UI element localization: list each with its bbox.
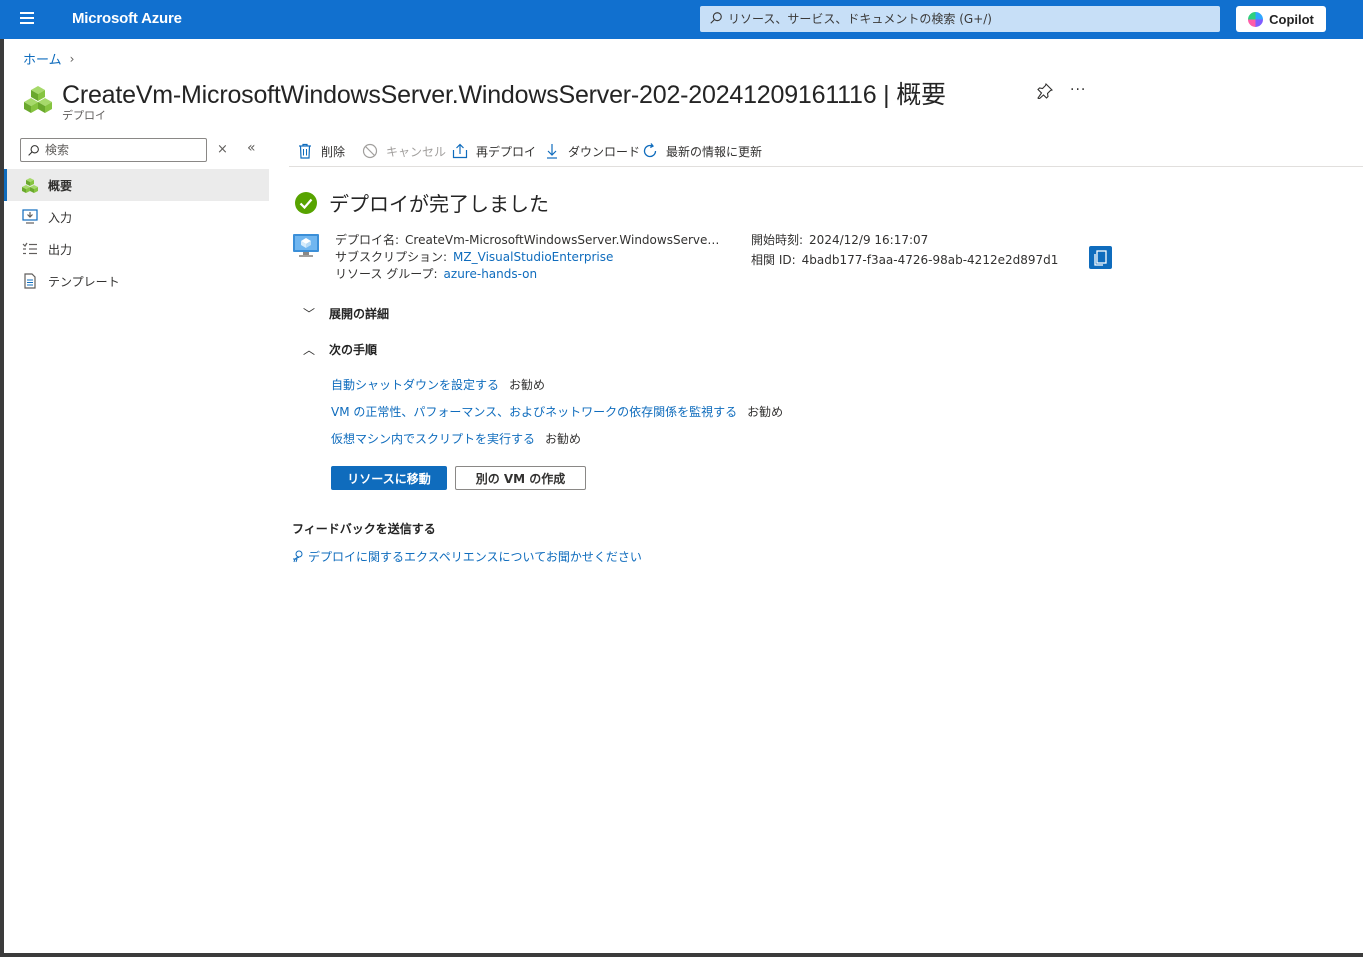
sidebar-item-output[interactable]: 出力: [4, 233, 269, 265]
breadcrumb-home[interactable]: ホーム: [23, 49, 62, 68]
window-frame-bottom: [0, 953, 1363, 957]
collapse-sidebar-icon[interactable]: «: [247, 140, 256, 156]
next-steps-toggle[interactable]: ︿ 次の手順: [303, 341, 377, 358]
deployment-name: デプロイ名: CreateVm-MicrosoftWindowsServer.Wi…: [335, 231, 719, 248]
deployment-name-value: CreateVm-MicrosoftWindowsServer.WindowsS…: [405, 233, 720, 247]
page-title: CreateVm-MicrosoftWindowsServer.WindowsS…: [62, 81, 946, 109]
recommended-tag: お勧め: [545, 432, 582, 446]
deployment-name-label: デプロイ名:: [335, 233, 400, 247]
next-steps-label: 次の手順: [329, 343, 378, 357]
next-step-item: VM の正常性、パフォーマンス、およびネットワークの依存関係を監視する お勧め: [331, 403, 783, 420]
deployment-icon: [24, 86, 52, 113]
sidebar-nav: 概要 入力 出力 テンプレート: [4, 169, 269, 297]
template-icon: [22, 273, 38, 289]
go-to-resource-button[interactable]: リソースに移動: [331, 466, 447, 490]
copilot-label: Copilot: [1269, 11, 1314, 27]
correlation-id-value: 4badb177-f3aa-4726-98ab-4212e2d897d1: [801, 253, 1059, 267]
pin-icon[interactable]: [1037, 83, 1053, 99]
cancel-label: キャンセル: [386, 144, 447, 159]
redeploy-button[interactable]: 再デプロイ: [452, 140, 536, 162]
delete-label: 削除: [321, 144, 346, 159]
brand-title[interactable]: Microsoft Azure: [72, 10, 182, 27]
start-time-label: 開始時刻:: [751, 233, 804, 247]
monitor-vm-link[interactable]: VM の正常性、パフォーマンス、およびネットワークの依存関係を監視する: [331, 405, 737, 419]
correlation-id: 相関 ID: 4badb177-f3aa-4726-98ab-4212e2d897…: [751, 251, 1058, 268]
command-bar: 削除 キャンセル 再デプロイ ダウンロード 最新の情報に更新: [289, 137, 1363, 167]
window-frame-left: [0, 0, 4, 957]
deployment-details-label: 展開の詳細: [329, 307, 390, 321]
sidebar-item-label: 入力: [48, 210, 73, 225]
auto-shutdown-link[interactable]: 自動シャットダウンを設定する: [331, 378, 499, 392]
create-another-vm-button[interactable]: 別の VM の作成: [455, 466, 586, 490]
resource-group-link[interactable]: azure-hands-on: [444, 267, 538, 281]
feedback-link-label: デプロイに関するエクスペリエンスについてお聞かせください: [308, 550, 642, 564]
clear-search-icon[interactable]: ×: [217, 142, 228, 157]
virtual-machine-icon: [293, 234, 319, 257]
sidebar-search-input[interactable]: [45, 141, 203, 159]
recommended-tag: お勧め: [509, 378, 546, 392]
chevron-down-icon: ﹀: [303, 307, 316, 321]
start-time: 開始時刻: 2024/12/9 16:17:07: [751, 231, 928, 248]
copy-button[interactable]: [1089, 246, 1112, 269]
refresh-icon: [643, 143, 657, 158]
download-label: ダウンロード: [568, 144, 641, 159]
sidebar-item-input[interactable]: 入力: [4, 201, 269, 233]
next-step-item: 自動シャットダウンを設定する お勧め: [331, 376, 545, 393]
sidebar-item-template[interactable]: テンプレート: [4, 265, 269, 297]
download-button[interactable]: ダウンロード: [544, 140, 640, 162]
copilot-button[interactable]: Copilot: [1236, 6, 1326, 32]
search-icon: [28, 145, 39, 156]
copilot-icon: [1248, 11, 1264, 27]
correlation-id-label: 相関 ID:: [751, 253, 796, 267]
chevron-right-icon: ›: [69, 51, 75, 66]
input-icon: [22, 209, 38, 225]
sidebar-item-overview[interactable]: 概要: [4, 169, 269, 201]
subscription: サブスクリプション: MZ_VisualStudioEnterprise: [335, 248, 613, 265]
success-check-icon: [295, 192, 317, 214]
upload-icon: [452, 143, 468, 159]
output-icon: [22, 241, 38, 257]
refresh-button[interactable]: 最新の情報に更新: [642, 140, 762, 162]
cancel-icon: [362, 143, 378, 159]
sidebar-item-label: テンプレート: [48, 274, 120, 289]
feedback-link[interactable]: デプロイに関するエクスペリエンスについてお聞かせください: [292, 548, 642, 565]
search-input[interactable]: [728, 9, 1208, 29]
deployment-details-toggle[interactable]: ﹀ 展開の詳細: [303, 305, 389, 322]
deployment-status-title: デプロイが完了しました: [329, 192, 549, 216]
top-bar: Microsoft Azure Copilot: [0, 0, 1363, 39]
feedback-icon: [293, 550, 303, 563]
refresh-label: 最新の情報に更新: [666, 144, 763, 159]
resource-group: リソース グループ: azure-hands-on: [335, 265, 537, 282]
sidebar-item-label: 出力: [48, 242, 73, 257]
chevron-up-icon: ︿: [303, 343, 316, 357]
sidebar-item-label: 概要: [48, 178, 73, 193]
copy-icon: [1094, 250, 1107, 266]
resource-group-label: リソース グループ:: [335, 267, 438, 281]
trash-icon: [299, 143, 311, 159]
search-icon: [710, 12, 722, 24]
breadcrumb: ホーム ›: [23, 49, 75, 69]
recommended-tag: お勧め: [747, 405, 784, 419]
subscription-link[interactable]: MZ_VisualStudioEnterprise: [453, 250, 613, 264]
run-script-link[interactable]: 仮想マシン内でスクリプトを実行する: [331, 432, 535, 446]
cancel-button[interactable]: キャンセル: [362, 140, 446, 162]
menu-icon[interactable]: [14, 9, 42, 31]
delete-button[interactable]: 削除: [297, 140, 345, 162]
page-subtitle: デプロイ: [62, 109, 106, 122]
download-icon: [547, 144, 557, 159]
deployment-icon: [22, 177, 38, 193]
feedback-title: フィードバックを送信する: [292, 522, 436, 536]
sidebar-search[interactable]: [20, 138, 207, 162]
global-search[interactable]: [700, 6, 1220, 32]
start-time-value: 2024/12/9 16:17:07: [809, 233, 929, 247]
more-options-icon[interactable]: ···: [1070, 82, 1086, 98]
redeploy-label: 再デプロイ: [476, 144, 537, 159]
subscription-label: サブスクリプション:: [335, 250, 448, 264]
next-step-item: 仮想マシン内でスクリプトを実行する お勧め: [331, 430, 581, 447]
